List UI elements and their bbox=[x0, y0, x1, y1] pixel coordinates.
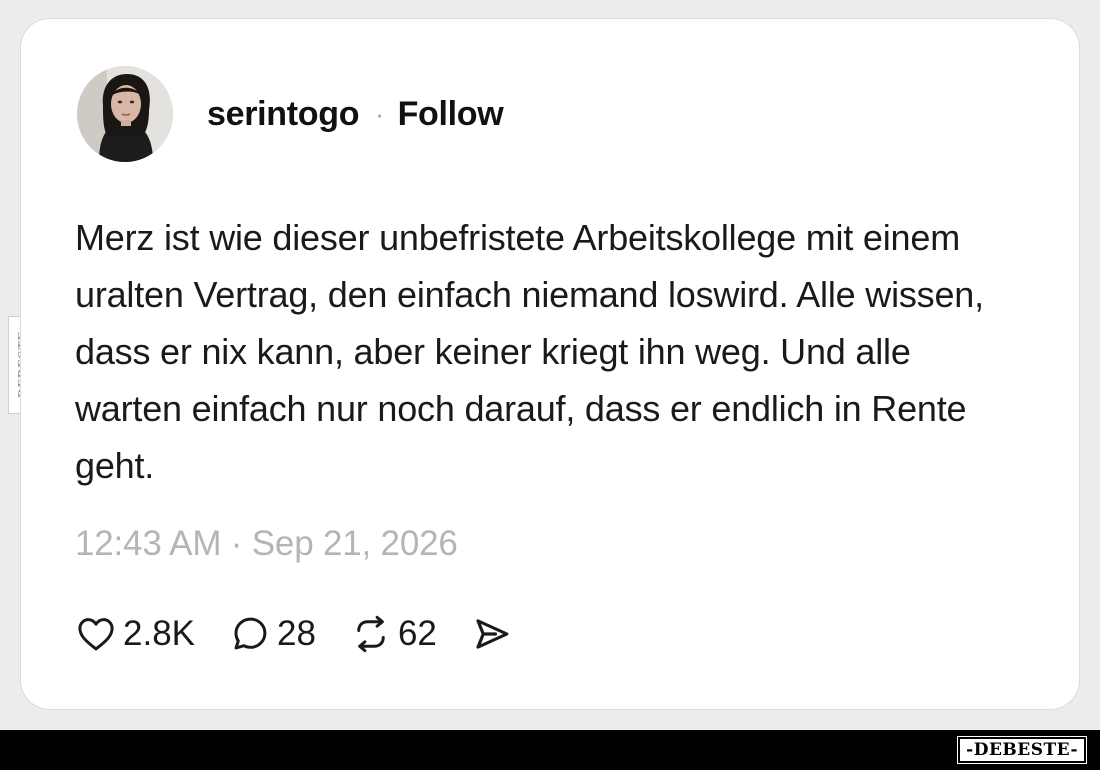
debeste-logo: -DEBESTE- bbox=[957, 736, 1087, 764]
avatar-image bbox=[77, 66, 173, 162]
post-text: Merz ist wie dieser unbefristete Arbeits… bbox=[75, 217, 984, 486]
heart-icon bbox=[78, 618, 114, 651]
post-card: serintogo · Follow Merz ist wie dieser u… bbox=[20, 18, 1080, 710]
comment-count: 28 bbox=[277, 614, 316, 653]
name-row: serintogo · Follow bbox=[207, 95, 504, 134]
avatar[interactable] bbox=[77, 66, 173, 162]
username[interactable]: serintogo bbox=[207, 95, 360, 134]
screenshot-frame: DEBESTE serintogo · bbox=[0, 0, 1100, 730]
like-count: 2.8K bbox=[123, 614, 195, 653]
action-bar: 2.8K 28 62 bbox=[75, 613, 553, 655]
post-timestamp: 12:43 AM · Sep 21, 2026 bbox=[75, 524, 458, 563]
share-button[interactable] bbox=[471, 613, 519, 655]
follow-button[interactable]: Follow bbox=[398, 95, 504, 134]
post-header: serintogo · Follow bbox=[77, 66, 504, 162]
like-button[interactable]: 2.8K bbox=[75, 613, 195, 655]
repost-button[interactable]: 62 bbox=[350, 613, 437, 655]
footer-bar: -DEBESTE- bbox=[0, 730, 1100, 770]
comment-button[interactable]: 28 bbox=[229, 613, 316, 655]
repost-count: 62 bbox=[397, 614, 437, 653]
comment-bubble-icon bbox=[234, 617, 267, 650]
send-icon bbox=[476, 619, 509, 649]
separator-dot: · bbox=[375, 98, 384, 129]
repost-icon bbox=[357, 615, 385, 653]
